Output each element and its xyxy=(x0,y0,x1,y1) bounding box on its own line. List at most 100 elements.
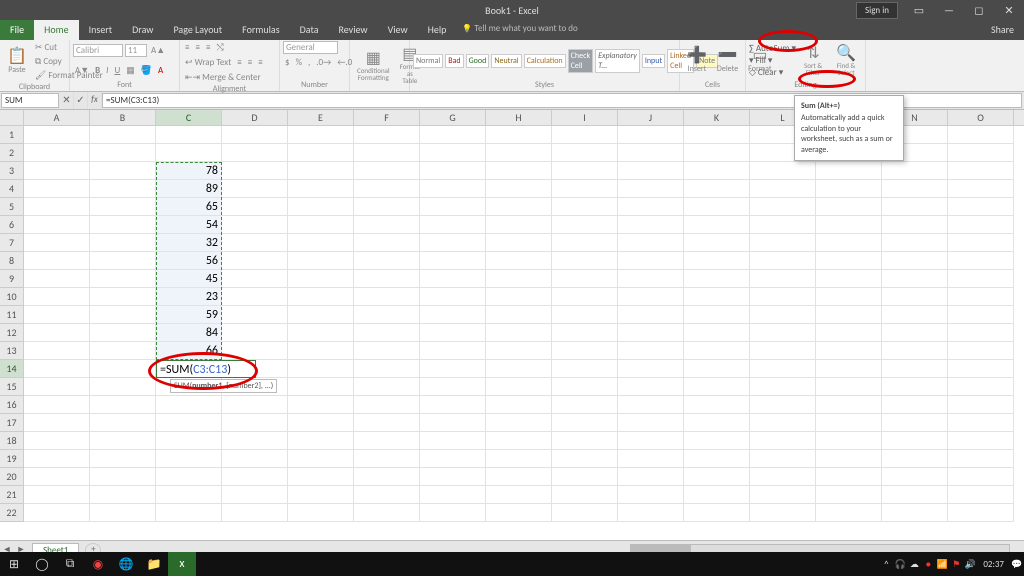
cell[interactable] xyxy=(90,216,156,234)
signin-button[interactable]: Sign in xyxy=(856,2,898,19)
cell[interactable] xyxy=(354,180,420,198)
cell[interactable] xyxy=(420,450,486,468)
cell[interactable] xyxy=(288,504,354,522)
cell[interactable] xyxy=(486,360,552,378)
cell[interactable] xyxy=(618,306,684,324)
align-middle-icon[interactable]: ≡ xyxy=(193,41,201,54)
align-top-icon[interactable]: ≡ xyxy=(183,41,191,54)
cell[interactable] xyxy=(354,450,420,468)
cell[interactable] xyxy=(948,144,1014,162)
row-header[interactable]: 8 xyxy=(0,252,24,270)
cell[interactable] xyxy=(354,414,420,432)
cell[interactable] xyxy=(882,342,948,360)
cell[interactable] xyxy=(618,162,684,180)
tab-home[interactable]: Home xyxy=(34,20,78,40)
cell[interactable] xyxy=(552,288,618,306)
cell[interactable] xyxy=(156,486,222,504)
italic-button[interactable]: I xyxy=(104,64,110,77)
cell[interactable] xyxy=(420,144,486,162)
border-button[interactable]: ▦ xyxy=(124,64,137,77)
cell[interactable] xyxy=(288,288,354,306)
cell[interactable]: 32 xyxy=(156,234,222,252)
cell[interactable] xyxy=(618,414,684,432)
cell[interactable] xyxy=(552,360,618,378)
column-header[interactable]: C xyxy=(156,110,222,125)
cell[interactable] xyxy=(552,306,618,324)
cell[interactable] xyxy=(222,396,288,414)
column-header[interactable]: G xyxy=(420,110,486,125)
row-header[interactable]: 5 xyxy=(0,198,24,216)
cell[interactable] xyxy=(552,468,618,486)
cell[interactable] xyxy=(288,306,354,324)
cell[interactable] xyxy=(420,342,486,360)
cell[interactable] xyxy=(552,414,618,432)
cell[interactable] xyxy=(684,468,750,486)
cell[interactable] xyxy=(90,270,156,288)
row-header[interactable]: 7 xyxy=(0,234,24,252)
cell[interactable] xyxy=(354,270,420,288)
cell[interactable] xyxy=(486,306,552,324)
cell[interactable] xyxy=(24,252,90,270)
cell[interactable] xyxy=(420,126,486,144)
cell[interactable] xyxy=(552,162,618,180)
cell[interactable] xyxy=(24,486,90,504)
cell[interactable] xyxy=(288,234,354,252)
cell[interactable] xyxy=(882,288,948,306)
row-header[interactable]: 12 xyxy=(0,324,24,342)
comma-icon[interactable]: , xyxy=(306,56,312,69)
cell[interactable] xyxy=(882,396,948,414)
cell[interactable]: 66 xyxy=(156,342,222,360)
cell[interactable] xyxy=(90,324,156,342)
tab-data[interactable]: Data xyxy=(290,20,329,40)
cell[interactable] xyxy=(288,324,354,342)
cell[interactable] xyxy=(816,378,882,396)
tab-formulas[interactable]: Formulas xyxy=(232,20,289,40)
cell[interactable] xyxy=(882,450,948,468)
cell[interactable] xyxy=(882,468,948,486)
align-center-icon[interactable]: ≡ xyxy=(246,56,254,69)
cell[interactable] xyxy=(750,252,816,270)
cell[interactable] xyxy=(684,162,750,180)
cell[interactable] xyxy=(420,468,486,486)
cell[interactable] xyxy=(90,288,156,306)
bold-button[interactable]: B xyxy=(93,64,102,77)
inc-decimal-icon[interactable]: .0→ xyxy=(314,56,333,69)
cell[interactable] xyxy=(816,198,882,216)
cell[interactable] xyxy=(90,252,156,270)
cell[interactable] xyxy=(552,450,618,468)
cancel-formula-icon[interactable]: ✕ xyxy=(60,92,74,109)
cell[interactable] xyxy=(552,144,618,162)
cell[interactable] xyxy=(750,396,816,414)
font-size-select[interactable]: 11 xyxy=(125,44,147,57)
cell[interactable] xyxy=(24,342,90,360)
cell[interactable] xyxy=(948,486,1014,504)
cell[interactable] xyxy=(750,234,816,252)
cell[interactable] xyxy=(816,324,882,342)
row-header[interactable]: 9 xyxy=(0,270,24,288)
cell[interactable] xyxy=(618,486,684,504)
cell[interactable]: 59 xyxy=(156,306,222,324)
cell[interactable] xyxy=(882,486,948,504)
cell[interactable] xyxy=(882,324,948,342)
cell[interactable] xyxy=(816,288,882,306)
cell[interactable] xyxy=(948,396,1014,414)
cell[interactable] xyxy=(882,432,948,450)
style-input[interactable]: Input xyxy=(642,54,665,68)
cell[interactable] xyxy=(684,378,750,396)
row-header[interactable]: 19 xyxy=(0,450,24,468)
cell[interactable] xyxy=(552,324,618,342)
cell[interactable] xyxy=(222,180,288,198)
increase-font-icon[interactable]: A▲ xyxy=(149,44,167,57)
cell[interactable] xyxy=(24,360,90,378)
cell[interactable] xyxy=(354,324,420,342)
cell[interactable] xyxy=(618,396,684,414)
cell[interactable] xyxy=(948,216,1014,234)
cell[interactable] xyxy=(948,342,1014,360)
cell[interactable] xyxy=(222,450,288,468)
cell[interactable] xyxy=(288,144,354,162)
cell[interactable] xyxy=(684,504,750,522)
delete-cells-button[interactable]: ➖Delete xyxy=(713,48,742,74)
row-header[interactable]: 16 xyxy=(0,396,24,414)
cell[interactable] xyxy=(420,162,486,180)
enter-formula-icon[interactable]: ✓ xyxy=(74,92,88,109)
